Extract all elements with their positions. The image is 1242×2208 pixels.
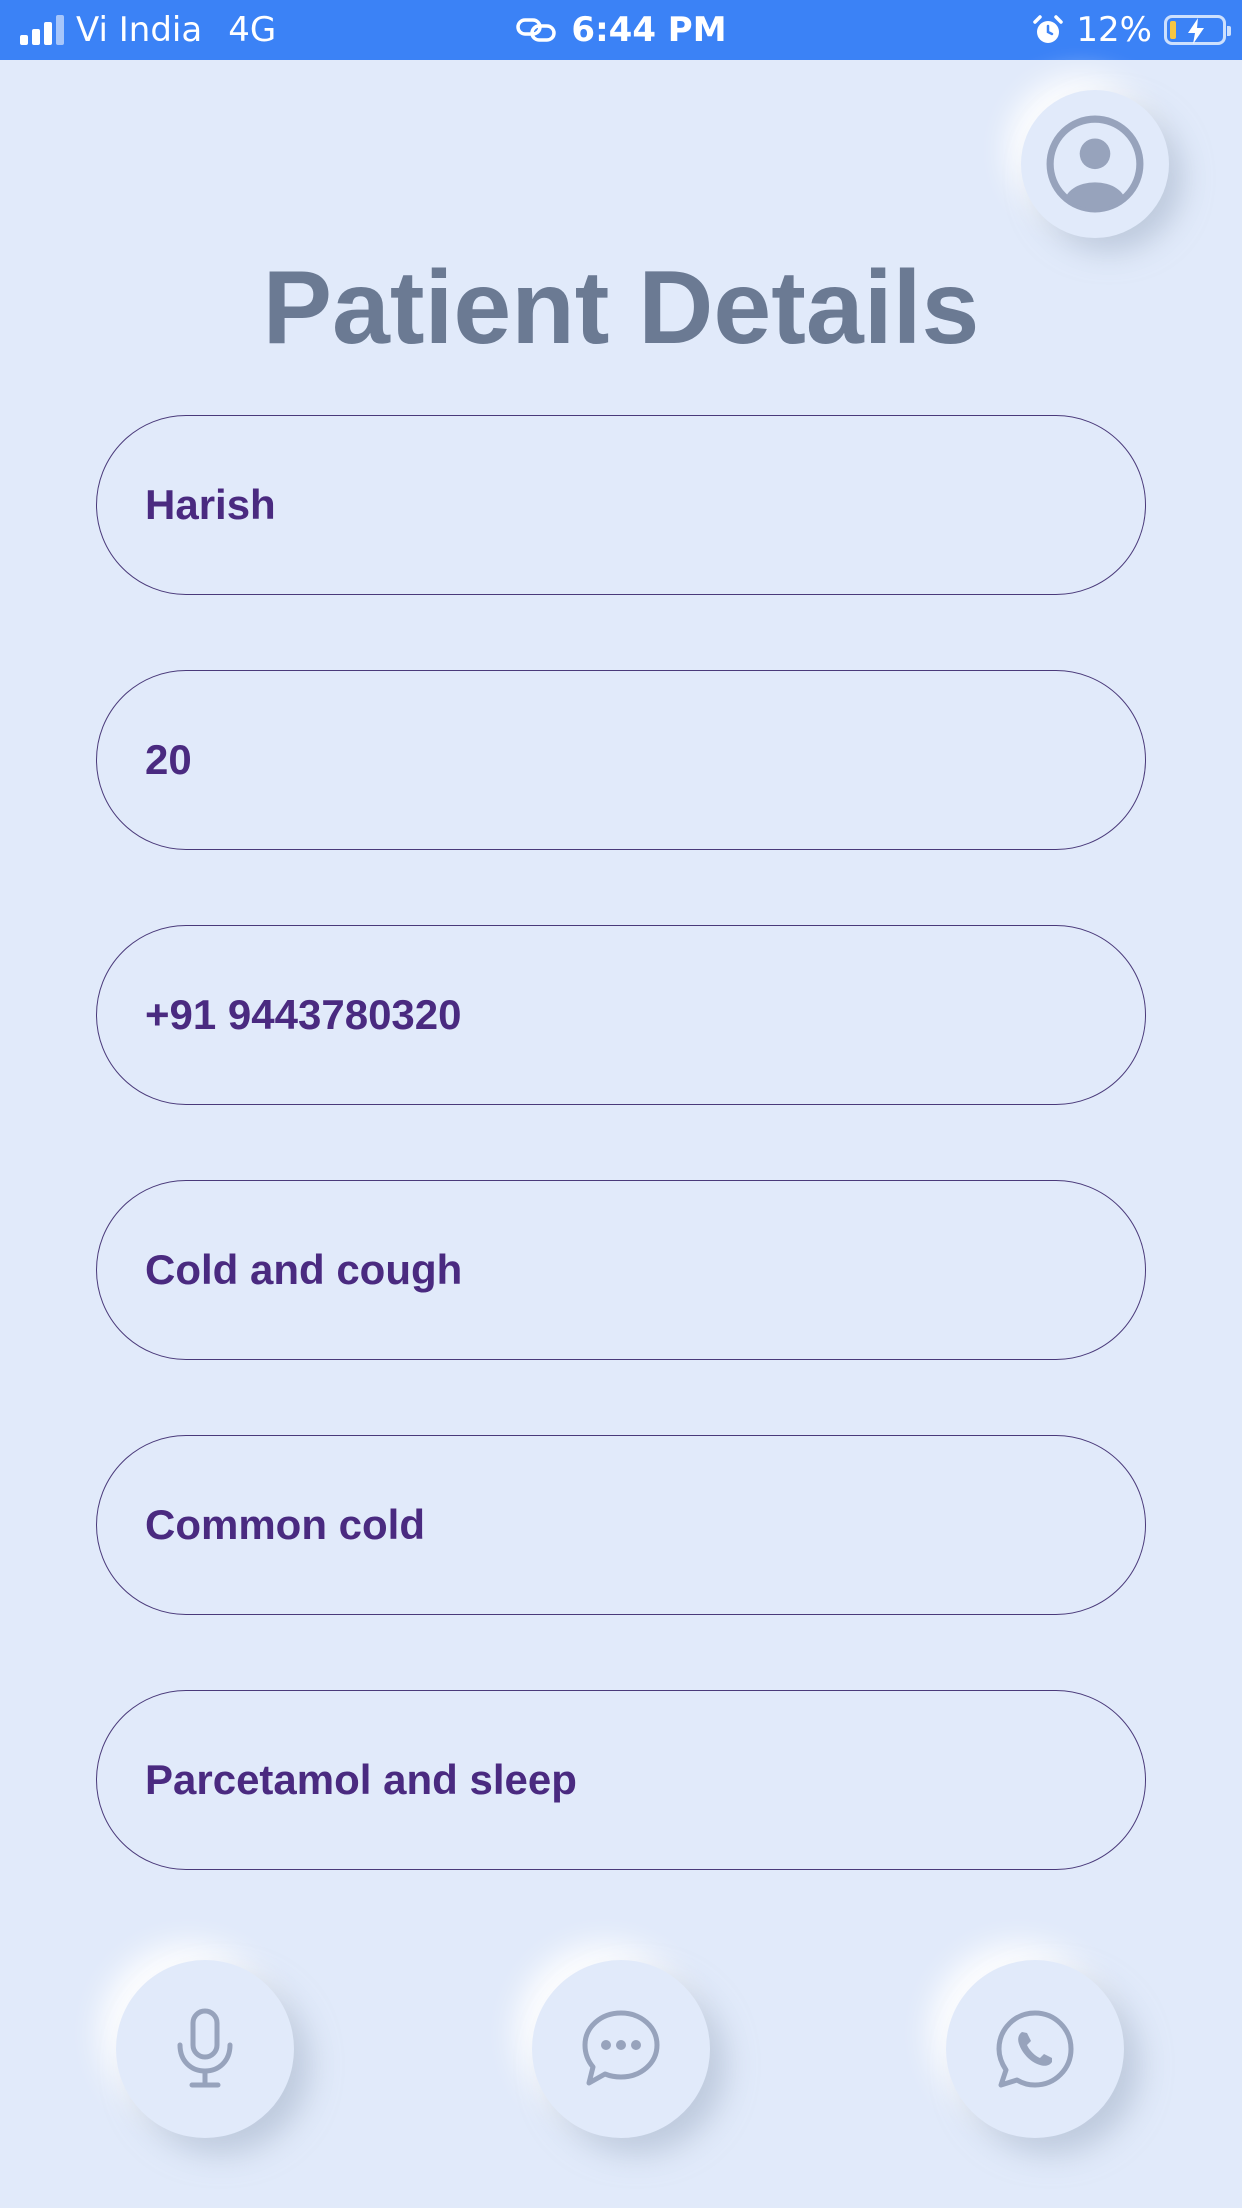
field-value: +91 9443780320 (145, 991, 462, 1038)
symptoms-field[interactable]: Cold and cough (96, 1180, 1146, 1360)
link-icon (516, 18, 557, 42)
carrier-name: Vi India (76, 10, 203, 50)
patient-phone-field[interactable]: +91 9443780320 (96, 925, 1146, 1105)
battery-icon (1164, 15, 1231, 45)
patient-age-field[interactable]: 20 (96, 670, 1146, 850)
field-value: 20 (145, 736, 192, 783)
status-left: Vi India 4G (20, 0, 276, 60)
whatsapp-icon (996, 2010, 1074, 2088)
field-value: Common cold (145, 1501, 425, 1548)
alarm-icon (1033, 15, 1064, 43)
cellular-signal-icon (20, 15, 64, 45)
whatsapp-button[interactable] (946, 1960, 1124, 2138)
page-title: Patient Details (262, 250, 980, 366)
field-value: Harish (145, 481, 276, 528)
battery-percent: 12% (1076, 10, 1152, 50)
diagnosis-field[interactable]: Common cold (96, 1435, 1146, 1615)
prescription-field[interactable]: Parcetamol and sleep (96, 1690, 1146, 1870)
status-bar: Vi India 4G 6:44 PM 12% (0, 0, 1242, 60)
user-circle-icon (1046, 115, 1144, 213)
network-type: 4G (228, 10, 277, 50)
patient-name-field[interactable]: Harish (96, 415, 1146, 595)
field-value: Parcetamol and sleep (145, 1756, 577, 1803)
chat-button[interactable] (532, 1960, 710, 2138)
field-value: Cold and cough (145, 1246, 463, 1293)
microphone-icon (177, 2008, 233, 2088)
microphone-button[interactable] (116, 1960, 294, 2138)
profile-button[interactable] (1021, 90, 1169, 238)
charging-bolt-icon (1188, 18, 1204, 44)
status-time: 6:44 PM (571, 10, 727, 50)
chat-bubble-icon (582, 2010, 660, 2086)
status-right: 12% (1032, 0, 1231, 60)
battery-level-fill (1170, 21, 1176, 39)
